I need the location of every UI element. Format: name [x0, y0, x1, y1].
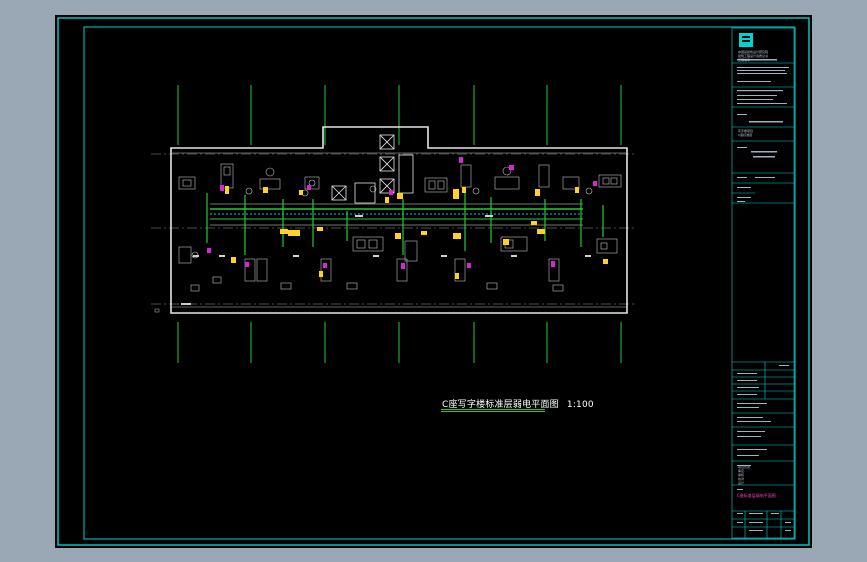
row-label-5: 设计: [738, 481, 745, 485]
guide-lines: [151, 153, 635, 305]
logo-icon: [739, 33, 753, 47]
caption-underline-2: [441, 411, 545, 412]
title-block-project: 写字楼项目 C座标准层: [738, 129, 790, 137]
title-block-drawing-title: C座标准层弱电平面图: [737, 493, 776, 498]
elevator-core: [331, 134, 414, 204]
room-markers: [181, 215, 591, 305]
caption-scale: 1:100: [566, 400, 594, 410]
project-line-2: C座标准层: [738, 133, 753, 137]
title-block-company: 中国某建筑设计研究院 建筑工程设计资质证书 工程编号: [738, 50, 790, 62]
title-block: [731, 27, 795, 539]
outlets: [207, 157, 597, 269]
cable-tray: [210, 203, 583, 226]
inner-frame: [83, 26, 796, 540]
floor-plan: [57, 17, 810, 546]
drawing-sheet: C座写字楼标准层弱电平面图 1:100 中国某建筑设计研究院 建筑工程设计资质证书…: [55, 15, 812, 548]
title-block-rows: 项目负责 审定 审核 校对 设计: [738, 465, 790, 485]
company-line-3: 工程编号: [738, 58, 751, 62]
caption-underline: [441, 409, 545, 410]
furniture-upper: [178, 163, 622, 197]
